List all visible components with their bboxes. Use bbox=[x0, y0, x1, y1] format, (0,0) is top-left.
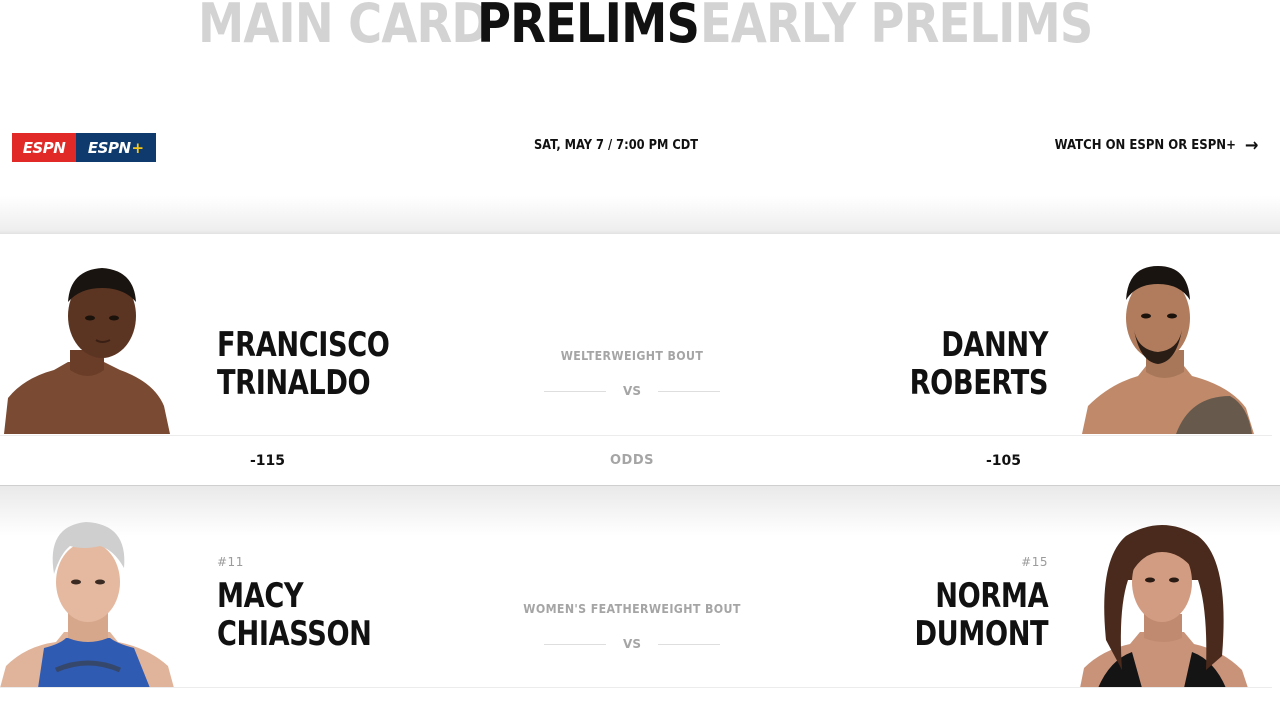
espn-logo-text: ESPN bbox=[22, 138, 66, 157]
watch-link-label: WATCH ON ESPN OR ESPN+ bbox=[1054, 138, 1236, 153]
fighter-rank-red: #11 bbox=[217, 555, 244, 569]
fighter-last-name: TRINALDO bbox=[217, 363, 371, 403]
odds-bar: -115 ODDS -105 bbox=[0, 435, 1272, 485]
section-divider bbox=[0, 196, 1280, 234]
vs-divider: VS bbox=[544, 637, 720, 651]
fighter-first-name: DANNY bbox=[941, 325, 1048, 365]
fighter-name-blue[interactable]: NORMA DUMONT bbox=[914, 577, 1048, 653]
fighter-last-name: CHIASSON bbox=[217, 614, 372, 654]
bout-card: FRANCISCO TRINALDO WELTERWEIGHT BOUT VS … bbox=[0, 234, 1280, 486]
fighter-name-blue[interactable]: DANNY ROBERTS bbox=[909, 325, 1049, 403]
odds-label: ODDS bbox=[610, 453, 654, 468]
broadcast-info: ESPN ESPN + SAT, MAY 7 / 7:00 PM CDT WATC… bbox=[0, 110, 1280, 184]
fighter-last-name: DUMONT bbox=[914, 614, 1048, 654]
broadcast-time: SAT, MAY 7 / 7:00 PM CDT bbox=[533, 138, 699, 153]
tab-prelims[interactable]: PRELIMS bbox=[477, 0, 700, 54]
fighter-last-name: ROBERTS bbox=[909, 363, 1049, 403]
bout-bottom-border bbox=[0, 687, 1272, 688]
vs-line-right bbox=[658, 644, 720, 645]
card-tabs: MAIN CARD PRELIMS EARLY PRELIMS bbox=[0, 0, 1280, 54]
tab-main-card[interactable]: MAIN CARD bbox=[198, 0, 490, 54]
fighter-first-name: NORMA bbox=[935, 576, 1048, 616]
vs-divider: VS bbox=[544, 384, 720, 398]
bout-card: #11 MACY CHIASSON WOMEN'S FEATHERWEIGHT … bbox=[0, 500, 1280, 688]
watch-link[interactable]: WATCH ON ESPN OR ESPN+ → bbox=[1054, 135, 1258, 156]
fighter-rank-blue: #15 bbox=[1021, 555, 1048, 569]
tab-early-prelims[interactable]: EARLY PRELIMS bbox=[700, 0, 1093, 54]
arrow-right-icon: → bbox=[1244, 135, 1258, 156]
vs-line-right bbox=[658, 391, 720, 392]
fighter-name-red[interactable]: FRANCISCO TRINALDO bbox=[217, 326, 390, 402]
fighter-photo-blue[interactable] bbox=[1080, 520, 1256, 688]
espn-logo: ESPN bbox=[12, 133, 76, 162]
fighter-photo-blue[interactable] bbox=[1080, 266, 1256, 434]
odds-blue: -105 bbox=[986, 453, 1022, 469]
